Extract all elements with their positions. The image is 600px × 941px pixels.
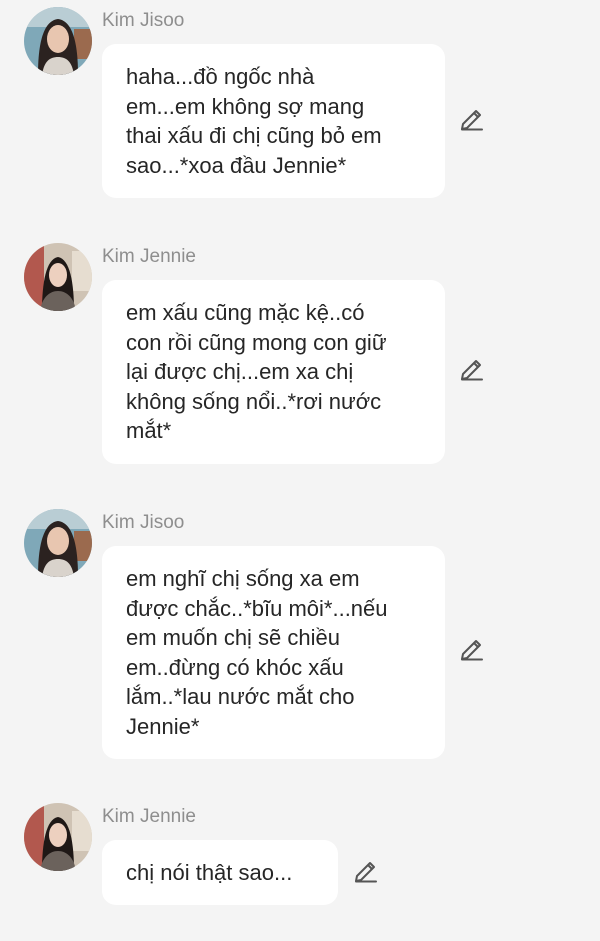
avatar[interactable] bbox=[24, 803, 92, 871]
avatar[interactable] bbox=[24, 243, 92, 311]
avatar[interactable] bbox=[24, 7, 92, 75]
message-line: chị nói thật sao... bbox=[126, 860, 293, 885]
message-bubble[interactable]: em xấu cũng mặc kệ..có con rồi cũng mong… bbox=[102, 280, 445, 464]
message-line: sao...*xoa đầu Jennie* bbox=[126, 152, 347, 178]
message-line: không sống nổi..*rơi nước bbox=[126, 388, 382, 414]
jennie-avatar-image bbox=[24, 803, 92, 871]
jisoo-avatar-image bbox=[24, 509, 92, 577]
sender-name: Kim Jisoo bbox=[102, 10, 185, 31]
avatar[interactable] bbox=[24, 509, 92, 577]
message-bubble[interactable]: chị nói thật sao... bbox=[102, 840, 338, 905]
sender-name: Kim Jennie bbox=[102, 806, 196, 827]
message-line: thai xấu đi chị cũng bỏ em bbox=[126, 123, 382, 148]
message-line: lắm..*lau nước mắt cho bbox=[126, 684, 355, 709]
pencil-edit-icon[interactable] bbox=[458, 104, 486, 132]
message-line: Jennie* bbox=[126, 713, 200, 739]
message-line: lại được chị...em xa chị bbox=[126, 359, 354, 384]
message-line: con rồi cũng mong con giữ bbox=[126, 329, 387, 355]
message-bubble[interactable]: haha...đồ ngốc nhà em...em không sợ mang… bbox=[102, 44, 445, 198]
message-bubble[interactable]: em nghĩ chị sống xa em được chắc..*bĩu m… bbox=[102, 546, 445, 759]
message-line: em nghĩ chị sống xa em bbox=[126, 566, 360, 591]
message-line: được chắc..*bĩu môi*...nếu bbox=[126, 595, 388, 621]
message-line: em muốn chị sẽ chiều bbox=[126, 625, 340, 650]
message-line: em..đừng có khóc xấu bbox=[126, 654, 344, 680]
sender-name: Kim Jennie bbox=[102, 246, 196, 267]
message-line: mắt* bbox=[126, 418, 172, 443]
pencil-edit-icon[interactable] bbox=[458, 634, 486, 662]
chat-thread: Kim Jisoo haha...đồ ngốc nhà em...em khô… bbox=[0, 0, 600, 941]
pencil-edit-icon[interactable] bbox=[352, 856, 380, 884]
jennie-avatar-image bbox=[24, 243, 92, 311]
message-line: em xấu cũng mặc kệ..có bbox=[126, 300, 365, 325]
sender-name: Kim Jisoo bbox=[102, 512, 185, 533]
pencil-edit-icon[interactable] bbox=[458, 354, 486, 382]
jisoo-avatar-image bbox=[24, 7, 92, 75]
message-line: haha...đồ ngốc nhà bbox=[126, 64, 315, 89]
message-line: em...em không sợ mang bbox=[126, 93, 365, 119]
